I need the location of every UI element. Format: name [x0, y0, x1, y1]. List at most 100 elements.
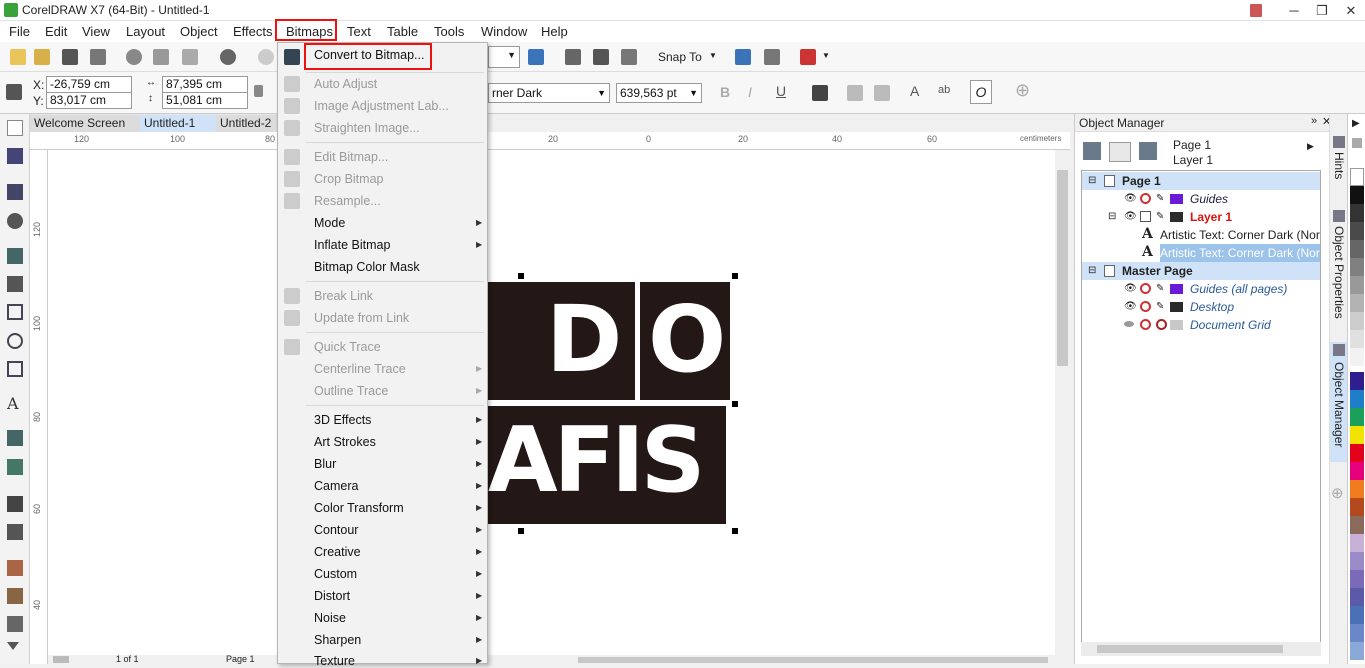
menu-help[interactable]: Help	[541, 24, 568, 39]
side-tab-hints[interactable]: Hints	[1332, 152, 1346, 179]
text-properties-icon[interactable]: A	[910, 83, 919, 99]
drop-cap-icon[interactable]	[874, 85, 890, 101]
menu-item-color-transform[interactable]: Color Transform	[314, 501, 404, 515]
shape-tool-icon[interactable]	[7, 148, 23, 164]
full-screen-preview-icon[interactable]	[528, 49, 544, 65]
smart-fill-tool-icon[interactable]	[7, 616, 23, 632]
height-field[interactable]: 51,081 cm	[162, 92, 248, 109]
opentype-icon[interactable]: O	[970, 80, 992, 104]
side-tab-object-properties[interactable]: Object Properties	[1332, 226, 1346, 319]
paste-icon[interactable]	[182, 49, 198, 65]
color-swatch[interactable]	[1350, 276, 1364, 294]
menu-effects[interactable]: Effects	[233, 24, 273, 39]
font-size-dropdown[interactable]: 639,563 pt ▼	[616, 83, 702, 103]
print-disabled-icon[interactable]	[1140, 301, 1151, 312]
polygon-tool-icon[interactable]	[7, 361, 23, 377]
color-swatch[interactable]	[1350, 348, 1364, 366]
pick-tool-icon[interactable]	[7, 120, 23, 136]
tree-row-master-page[interactable]: ⊟ Master Page	[1082, 262, 1320, 280]
font-list-dropdown[interactable]: rner Dark ▼	[488, 83, 610, 103]
page-nav-first-icon[interactable]	[53, 656, 69, 663]
vertical-ruler[interactable]: 120 100 80 60 40	[30, 150, 48, 664]
selection-handle[interactable]	[518, 273, 524, 279]
eye-closed-icon[interactable]	[1124, 321, 1134, 327]
x-position-field[interactable]: -26,759 cm	[46, 76, 132, 93]
color-swatch[interactable]	[1350, 426, 1364, 444]
eye-icon[interactable]: 👁	[1124, 280, 1137, 298]
selection-handle[interactable]	[518, 528, 524, 534]
scrollbar-thumb[interactable]	[578, 657, 1048, 663]
ellipse-tool-icon[interactable]	[7, 333, 23, 349]
menu-file[interactable]: File	[9, 24, 30, 39]
tree-row-text-1[interactable]: A Artistic Text: Corner Dark (Norm	[1082, 226, 1320, 244]
tree-row-page-1[interactable]: ⊟ Page 1	[1082, 172, 1320, 190]
menu-item-crop-bitmap[interactable]: Crop Bitmap	[314, 172, 383, 186]
menu-item-image-adjustment-lab[interactable]: Image Adjustment Lab...	[314, 99, 449, 113]
selection-handle[interactable]	[732, 528, 738, 534]
tree-row-desktop[interactable]: 👁 ✎ Desktop	[1082, 298, 1320, 316]
menu-text[interactable]: Text	[347, 24, 371, 39]
text-alignment-icon[interactable]	[812, 85, 828, 101]
color-swatch[interactable]	[1350, 330, 1364, 348]
side-tab-object-manager[interactable]: Object Manager	[1332, 362, 1346, 447]
edit-disabled-icon[interactable]	[1156, 319, 1167, 330]
expand-toolbox-icon[interactable]	[7, 642, 19, 650]
color-swatch[interactable]	[1350, 408, 1364, 426]
pencil-icon[interactable]: ✎	[1156, 298, 1164, 316]
selection-handle[interactable]	[732, 273, 738, 279]
rectangle-tool-icon[interactable]	[7, 304, 23, 320]
interactive-fill-tool-icon[interactable]	[7, 588, 23, 604]
menu-view[interactable]: View	[82, 24, 110, 39]
add-docker-icon[interactable]: ⊕	[1331, 484, 1344, 502]
eye-icon[interactable]: 👁	[1124, 208, 1137, 226]
color-swatch[interactable]	[1350, 624, 1364, 642]
scrollbar-thumb[interactable]	[1057, 170, 1068, 366]
selection-handle[interactable]	[732, 401, 738, 407]
print-disabled-icon[interactable]	[1140, 193, 1151, 204]
color-swatch[interactable]	[1350, 498, 1364, 516]
tree-row-guides-all[interactable]: 👁 ✎ Guides (all pages)	[1082, 280, 1320, 298]
color-swatch[interactable]	[1350, 186, 1364, 204]
menu-object[interactable]: Object	[180, 24, 218, 39]
eye-icon[interactable]: 👁	[1124, 298, 1137, 316]
menu-item-update-from-link[interactable]: Update from Link	[314, 311, 409, 325]
menu-item-auto-adjust[interactable]: Auto Adjust	[314, 77, 377, 91]
layer-color-swatch[interactable]	[1170, 212, 1183, 222]
bold-icon[interactable]: B	[720, 84, 730, 100]
color-swatch[interactable]	[1350, 240, 1364, 258]
connector-tool-icon[interactable]	[7, 459, 23, 475]
drawing-canvas[interactable]: D O AFIS	[48, 150, 1070, 655]
drop-shadow-tool-icon[interactable]	[7, 496, 23, 512]
color-swatch[interactable]	[1350, 258, 1364, 276]
open-icon[interactable]	[34, 49, 50, 65]
pencil-icon[interactable]: ✎	[1156, 280, 1164, 298]
zoom-level-dropdown[interactable]: ▼	[488, 46, 520, 68]
bullet-list-icon[interactable]	[847, 85, 863, 101]
save-icon[interactable]	[62, 49, 78, 65]
undo-icon[interactable]	[220, 49, 236, 65]
tree-row-text-2[interactable]: A Artistic Text: Corner Dark (Norm	[1082, 244, 1320, 262]
print-disabled-icon[interactable]	[1140, 283, 1151, 294]
menu-window[interactable]: Window	[481, 24, 527, 39]
menu-item-custom[interactable]: Custom	[314, 567, 357, 581]
color-swatch[interactable]	[1350, 312, 1364, 330]
menu-item-texture[interactable]: Texture	[314, 654, 355, 668]
eye-icon[interactable]: 👁	[1124, 190, 1137, 208]
menu-item-bitmap-color-mask[interactable]: Bitmap Color Mask	[314, 260, 420, 274]
color-swatch[interactable]	[1350, 606, 1364, 624]
restore-button[interactable]: ❐	[1306, 0, 1338, 21]
color-swatch[interactable]	[1350, 204, 1364, 222]
menu-item-creative[interactable]: Creative	[314, 545, 361, 559]
color-swatch[interactable]	[1350, 534, 1364, 552]
menu-item-camera[interactable]: Camera	[314, 479, 358, 493]
menu-item-quick-trace[interactable]: Quick Trace	[314, 340, 381, 354]
show-grid-icon[interactable]	[593, 49, 609, 65]
layer-color-swatch[interactable]	[1170, 320, 1183, 330]
copy-icon[interactable]	[153, 49, 169, 65]
no-color-swatch[interactable]	[1350, 168, 1364, 186]
horizontal-scrollbar[interactable]: 1 of 1 Page 1	[48, 654, 1070, 664]
y-position-field[interactable]: 83,017 cm	[46, 92, 132, 109]
user-icon[interactable]	[1240, 0, 1272, 21]
color-swatch[interactable]	[1350, 642, 1364, 660]
new-document-icon[interactable]	[10, 49, 26, 65]
